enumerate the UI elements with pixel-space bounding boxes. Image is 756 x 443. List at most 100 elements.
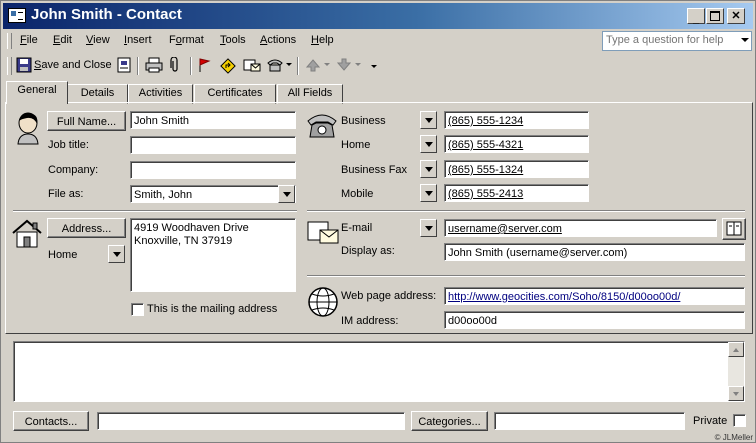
menu-edit[interactable]: Edit (53, 34, 72, 46)
categories-button[interactable]: Categories... (411, 411, 488, 431)
credit-text: © JLMeller (714, 433, 753, 442)
business-phone-label: Business (341, 115, 386, 127)
private-label: Private (693, 415, 728, 427)
notes-scrollbar[interactable] (728, 342, 744, 401)
scroll-up-button[interactable] (728, 342, 744, 357)
notes-textarea[interactable] (13, 341, 745, 402)
mobile-phone-field[interactable]: (865) 555-2413 (444, 184, 589, 202)
previous-dropdown-arrow[interactable] (324, 63, 330, 66)
address-line-1: 4919 Woodhaven Drive (134, 222, 249, 234)
close-icon: ✕ (731, 10, 741, 22)
call-dropdown-arrow[interactable] (286, 63, 292, 66)
ask-question-box[interactable] (602, 31, 752, 51)
previous-item-button[interactable] (306, 57, 320, 75)
section-divider (307, 275, 745, 277)
call-contact-button[interactable] (266, 57, 284, 75)
business-fax-value[interactable]: (865) 555-1324 (448, 164, 523, 176)
business-fax-field[interactable]: (865) 555-1324 (444, 160, 589, 178)
toolbar-separator (297, 57, 299, 75)
business-phone-value[interactable]: (865) 555-1234 (448, 115, 523, 127)
person-icon (17, 112, 39, 145)
ask-dropdown-arrow[interactable] (741, 38, 749, 42)
minimize-button[interactable]: _ (687, 8, 705, 25)
home-phone-dropdown[interactable] (420, 135, 437, 153)
save-button[interactable] (116, 57, 132, 75)
new-message-to-contact-button[interactable] (243, 57, 261, 75)
maximize-button[interactable] (706, 8, 724, 24)
contact-card-icon[interactable] (8, 8, 26, 23)
menu-view[interactable]: View (86, 34, 110, 46)
tab-general[interactable]: General (6, 81, 68, 104)
next-item-button[interactable] (337, 57, 351, 75)
contact-envelope-icon (243, 59, 261, 72)
business-phone-dropdown[interactable] (420, 111, 437, 129)
business-phone-field[interactable]: (865) 555-1234 (444, 111, 589, 129)
home-phone-value[interactable]: (865) 555-4321 (448, 139, 523, 151)
address-field[interactable]: 4919 Woodhaven Drive Knoxville, TN 37919 (130, 218, 296, 292)
web-page-field[interactable]: http://www.geocities.com/Soho/8150/d00oo… (444, 287, 745, 305)
menu-format[interactable]: Format (169, 34, 204, 46)
tab-activities[interactable]: Activities (128, 84, 193, 104)
email-field[interactable]: username@server.com (444, 219, 717, 237)
private-checkbox[interactable] (733, 414, 746, 427)
file-as-select[interactable]: Smith, John (130, 185, 296, 203)
mailing-address-checkbox[interactable] (131, 303, 144, 316)
display-map-button[interactable] (219, 57, 237, 75)
next-dropdown-arrow[interactable] (355, 63, 361, 66)
tab-certificates[interactable]: Certificates (194, 84, 276, 104)
job-title-label: Job title: (48, 139, 89, 151)
address-book-icon (726, 221, 742, 236)
address-line-2: Knoxville, TN 37919 (134, 235, 233, 247)
web-page-link[interactable]: http://www.geocities.com/Soho/8150/d00oo… (448, 291, 680, 303)
full-name-field[interactable]: John Smith (130, 111, 296, 129)
address-type-dropdown[interactable] (108, 245, 125, 263)
address-button[interactable]: Address... (47, 218, 126, 238)
menu-actions[interactable]: Actions (260, 34, 296, 46)
save-page-icon (117, 57, 131, 73)
file-as-dropdown-button[interactable] (278, 185, 295, 203)
map-sign-icon (220, 58, 236, 74)
toolbar-separator (137, 57, 139, 75)
address-book-button[interactable] (722, 218, 746, 240)
follow-up-button[interactable] (197, 57, 211, 75)
paperclip-icon (170, 57, 178, 72)
email-label: E-mail (341, 222, 373, 234)
window-title: John Smith - Contact (31, 6, 182, 23)
save-and-close-button[interactable] (16, 57, 32, 75)
mobile-phone-value[interactable]: (865) 555-2413 (448, 188, 523, 200)
menu-tools[interactable]: Tools (220, 34, 246, 46)
toolbar-grip[interactable] (7, 57, 12, 75)
menu-insert[interactable]: Insert (124, 34, 152, 46)
tab-all-fields[interactable]: All Fields (277, 84, 343, 104)
toolbar-options-icon[interactable] (371, 65, 377, 68)
web-page-label: Web page address: (341, 290, 437, 302)
menu-grip[interactable] (7, 33, 12, 49)
save-and-close-label[interactable]: Save and Close (34, 59, 112, 71)
im-address-field[interactable]: d00oo00d (444, 311, 745, 329)
company-field[interactable] (130, 161, 296, 179)
job-title-field[interactable] (130, 136, 296, 154)
scroll-down-button[interactable] (728, 386, 744, 401)
menu-help[interactable]: Help (311, 34, 334, 46)
email-type-dropdown[interactable] (420, 219, 437, 237)
tab-details[interactable]: Details (67, 84, 128, 104)
print-button[interactable] (145, 57, 163, 75)
contacts-field[interactable] (97, 412, 405, 430)
display-as-field[interactable]: John Smith (username@server.com) (444, 243, 745, 261)
full-name-button[interactable]: Full Name... (47, 111, 126, 131)
ask-question-input[interactable] (603, 32, 734, 48)
home-phone-field[interactable]: (865) 555-4321 (444, 135, 589, 153)
web-globe-icon (308, 287, 338, 317)
title-bar[interactable]: John Smith - Contact _ ✕ (3, 3, 753, 29)
categories-field[interactable] (494, 412, 685, 430)
home-phone-label: Home (341, 139, 371, 151)
contact-window: John Smith - Contact _ ✕ File Edit View … (0, 0, 756, 443)
floppy-disk-icon (16, 57, 32, 73)
business-fax-dropdown[interactable] (420, 160, 437, 178)
mobile-phone-dropdown[interactable] (420, 184, 437, 202)
attach-file-button[interactable] (169, 57, 181, 75)
menu-file[interactable]: File (20, 34, 38, 46)
contacts-button[interactable]: Contacts... (13, 411, 89, 431)
house-icon (12, 219, 42, 248)
close-button[interactable]: ✕ (727, 8, 745, 24)
